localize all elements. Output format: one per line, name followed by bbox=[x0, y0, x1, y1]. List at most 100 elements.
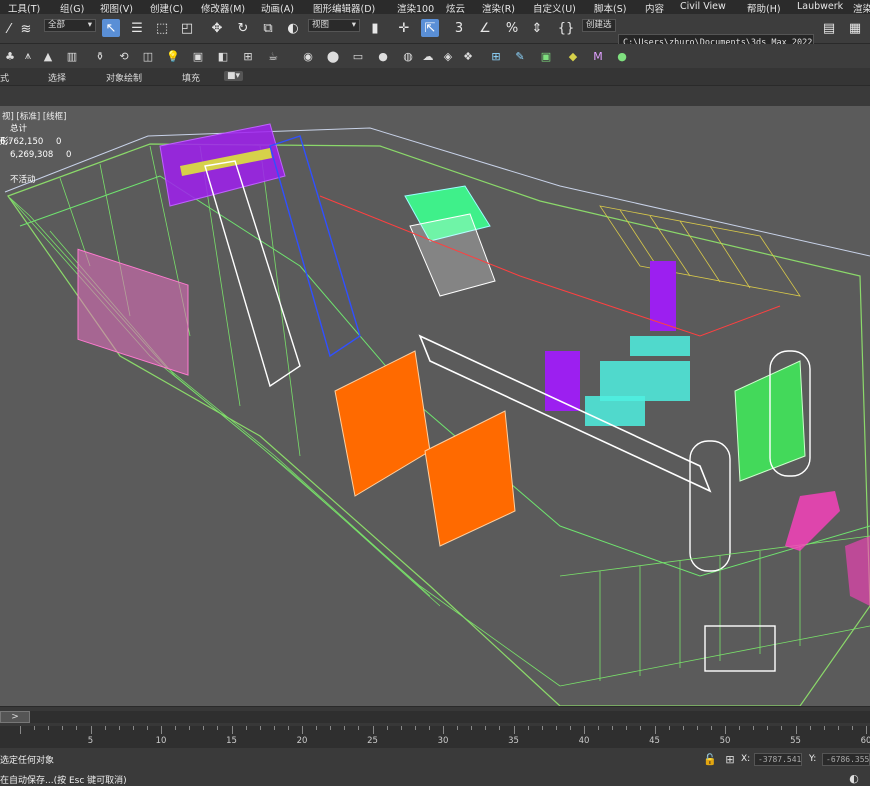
menu-views[interactable]: 视图(V) bbox=[100, 1, 133, 15]
ruler-tick bbox=[710, 726, 712, 730]
ruler-tick-label: 25 bbox=[367, 736, 378, 746]
book-icon[interactable]: ▥ bbox=[64, 48, 80, 64]
vray-m-icon[interactable]: M bbox=[590, 48, 606, 64]
vray-proxy-icon[interactable]: ▣ bbox=[538, 48, 554, 64]
percent-snap-icon[interactable]: % bbox=[503, 19, 521, 37]
selection-filter-dropdown[interactable]: 全部 ▾ bbox=[44, 19, 96, 32]
absolute-mode-icon[interactable]: ⊞ bbox=[722, 751, 738, 767]
project-folder-icon[interactable]: ▤ bbox=[820, 19, 838, 37]
named-selection-set-dropdown[interactable]: 创建选 bbox=[582, 19, 616, 32]
vray-light-icon[interactable]: ✎ bbox=[512, 48, 528, 64]
track-bar[interactable]: 5 10 15 20 25 30 35 40 45 50 55 60 bbox=[0, 726, 870, 748]
menu-graph-editors[interactable]: 图形编辑器(D) bbox=[313, 1, 375, 15]
menu-customize[interactable]: 自定义(U) bbox=[533, 1, 576, 15]
menu-laubwerk[interactable]: Laubwerk bbox=[797, 1, 843, 12]
render-production-icon[interactable]: ● bbox=[375, 48, 391, 64]
tab-selection[interactable]: 选择 bbox=[48, 71, 66, 84]
bind-spacewarp-icon[interactable]: ≋ bbox=[17, 20, 35, 38]
edit-named-selection-icon[interactable]: {} bbox=[557, 19, 575, 37]
menu-help[interactable]: 帮助(H) bbox=[747, 1, 781, 15]
autokey-icon[interactable]: ◐ bbox=[846, 770, 862, 786]
menu-tools[interactable]: 工具(T) bbox=[8, 1, 40, 15]
workspace-icon[interactable]: ▦ bbox=[846, 19, 864, 37]
status-bar: 选定任何对象 在自动保存...(按 Esc 键可取消) 🔓 ⊞ X: -3787… bbox=[0, 748, 870, 786]
angle-snap-icon[interactable]: ∠ bbox=[476, 19, 494, 37]
x-coord-label: X: bbox=[741, 754, 751, 764]
frame-icon[interactable]: ▣ bbox=[190, 48, 206, 64]
teapot-icon[interactable]: ☕ bbox=[265, 48, 281, 64]
tree-icon[interactable]: ♣ bbox=[2, 48, 18, 64]
select-object-icon[interactable]: ↖ bbox=[102, 19, 120, 37]
scale-icon[interactable]: ⧉ bbox=[259, 19, 277, 37]
menu-render-extra[interactable]: 渲染 bbox=[853, 1, 870, 15]
menu-group[interactable]: 组(G) bbox=[60, 1, 84, 15]
pivot-center-icon[interactable]: ▮ bbox=[366, 19, 384, 37]
perspective-viewport[interactable]: 视] [标准] [线框] 总计 形:6,762,150 0 6,269,308 0 … bbox=[0, 106, 870, 706]
snaps-toggle-icon[interactable]: 3 bbox=[450, 19, 468, 37]
ruler-tick bbox=[358, 726, 360, 730]
light-bulb-icon[interactable]: 💡 bbox=[165, 48, 181, 64]
menu-render100[interactable]: 渲染100 bbox=[397, 1, 434, 15]
tab-modeling[interactable]: 式 bbox=[0, 71, 9, 84]
spinner-snap-icon[interactable]: ⇕ bbox=[528, 19, 546, 37]
render-iterative-icon[interactable]: ◍ bbox=[400, 48, 416, 64]
vray-frame-icon[interactable]: ⊞ bbox=[488, 48, 504, 64]
window-crossing-icon[interactable]: ◰ bbox=[178, 19, 196, 37]
render-setup-icon[interactable]: ◉ bbox=[300, 48, 316, 64]
menu-rendering[interactable]: 渲染(R) bbox=[482, 1, 515, 15]
grass-icon[interactable]: ⩚ bbox=[20, 48, 36, 64]
time-slider-track[interactable] bbox=[30, 711, 870, 723]
select-by-name-icon[interactable]: ☰ bbox=[128, 19, 146, 37]
render-frame-icon[interactable]: ▭ bbox=[350, 48, 366, 64]
ruler-tick bbox=[372, 726, 374, 734]
tab-object-paint[interactable]: 对象绘制 bbox=[106, 71, 142, 84]
lock-icon[interactable]: 🔓 bbox=[702, 751, 718, 767]
x-coord-field[interactable]: -3787.541 bbox=[754, 753, 802, 766]
align-icon[interactable]: ◧ bbox=[215, 48, 231, 64]
material-editor-icon[interactable]: ⬤ bbox=[325, 48, 341, 64]
move-icon[interactable]: ✥ bbox=[208, 19, 226, 37]
environment-icon[interactable]: ◈ bbox=[440, 48, 456, 64]
menu-xuanyun[interactable]: 炫云 bbox=[446, 1, 465, 15]
layers-icon[interactable]: ◫ bbox=[140, 48, 156, 64]
ruler-tick bbox=[795, 726, 797, 734]
orange-panel-1 bbox=[334, 350, 431, 497]
refresh-icon[interactable]: ⟲ bbox=[116, 48, 132, 64]
viewport-label[interactable]: 视] [标准] [线框] bbox=[2, 110, 67, 122]
y-coord-field[interactable]: -6786.355 bbox=[822, 753, 870, 766]
stats-title: 总计 bbox=[10, 124, 28, 134]
tab-populate[interactable]: 填充 bbox=[182, 71, 200, 84]
ruler-tick bbox=[273, 726, 275, 730]
render-cloud-icon[interactable]: ☁ bbox=[420, 48, 436, 64]
place-icon[interactable]: ◐ bbox=[284, 19, 302, 37]
menu-scripting[interactable]: 脚本(S) bbox=[594, 1, 626, 15]
menu-content[interactable]: 内容 bbox=[645, 1, 664, 15]
ruler-tick bbox=[527, 726, 529, 730]
ruler-tick bbox=[499, 726, 501, 730]
menu-create[interactable]: 创建(C) bbox=[150, 1, 183, 15]
time-slider-handle[interactable]: > bbox=[0, 711, 30, 723]
shrub-icon[interactable]: ▲ bbox=[40, 48, 56, 64]
link-icon[interactable]: ⁄ bbox=[0, 20, 18, 38]
vray-material-icon[interactable]: ◆ bbox=[565, 48, 581, 64]
gallery-icon[interactable]: ❖ bbox=[460, 48, 476, 64]
rotate-icon[interactable]: ↻ bbox=[234, 19, 252, 37]
rectangular-selection-icon[interactable]: ⬚ bbox=[153, 19, 171, 37]
vray-sphere-icon[interactable]: ● bbox=[614, 48, 630, 64]
keyboard-shortcut-override-icon[interactable]: ⇱ bbox=[421, 19, 439, 37]
stats-row-polys: 形:6,762,150 0 bbox=[0, 137, 62, 147]
ruler-tick bbox=[682, 726, 684, 730]
menu-modifiers[interactable]: 修改器(M) bbox=[201, 1, 245, 15]
bottle-icon[interactable]: ⚱ bbox=[92, 48, 108, 64]
ribbon-options-icon[interactable]: ■▾ bbox=[224, 71, 244, 81]
wireframe-scene bbox=[4, 123, 870, 706]
select-manipulate-icon[interactable]: ✛ bbox=[395, 19, 413, 37]
grid-icon[interactable]: ⊞ bbox=[240, 48, 256, 64]
ruler-tick-label: 40 bbox=[578, 736, 590, 746]
secondary-toolbar: ♣ ⩚ ▲ ▥ ⚱ ⟲ ◫ 💡 ▣ ◧ ⊞ ☕ ◉ ⬤ ▭ ● ◍ ☁ ◈ ❖ … bbox=[0, 44, 870, 68]
ruler-tick bbox=[823, 726, 825, 730]
menu-civil-view[interactable]: Civil View bbox=[680, 1, 726, 12]
ruler-tick bbox=[457, 726, 459, 730]
ref-coord-dropdown[interactable]: 视图 ▾ bbox=[308, 19, 360, 32]
menu-animation[interactable]: 动画(A) bbox=[261, 1, 294, 15]
